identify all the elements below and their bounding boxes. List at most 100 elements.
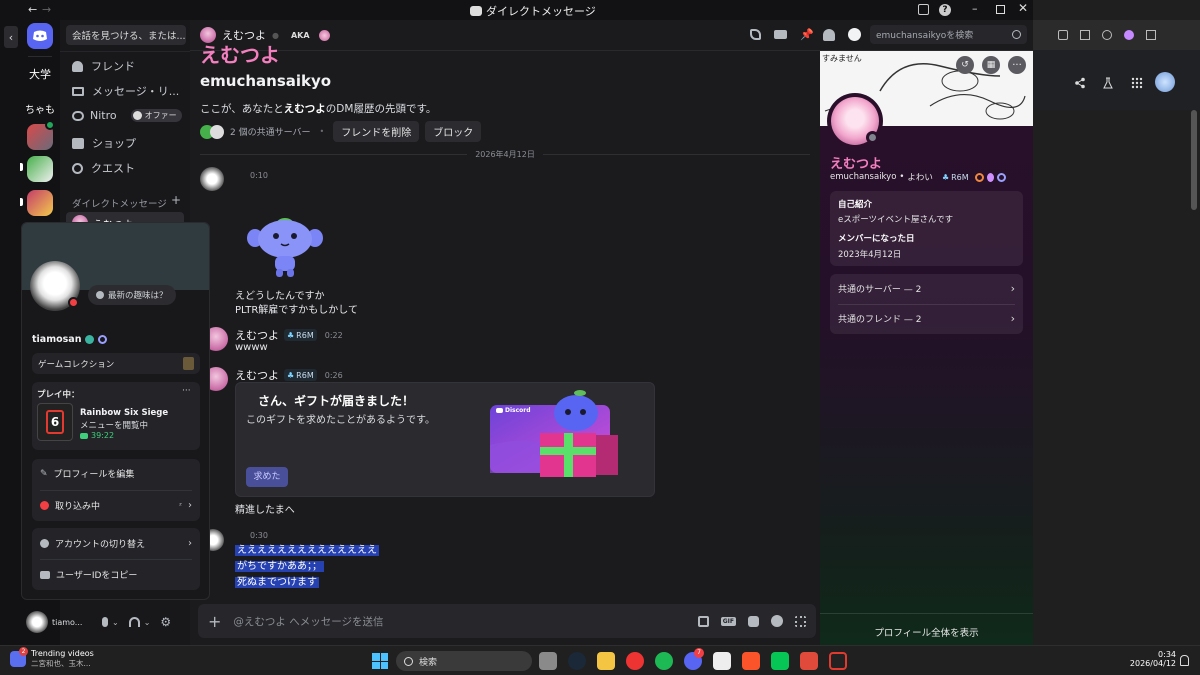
settings-gear-icon[interactable]: ⚙ bbox=[160, 615, 171, 629]
find-conversation-button[interactable]: 会話を見つける、または... bbox=[66, 25, 186, 45]
popout-menu-1: ✎ プロフィールを編集 取り込み中 ᶻ › bbox=[32, 459, 200, 521]
message-author[interactable]: えむつよ bbox=[235, 327, 279, 343]
taskbar-search[interactable]: 検索 bbox=[396, 651, 532, 671]
block-button[interactable]: ブロック bbox=[425, 121, 482, 142]
nav-shop[interactable]: ショップ bbox=[72, 135, 136, 151]
steam-icon[interactable] bbox=[568, 652, 586, 670]
game-collection-row[interactable]: ゲームコレクション bbox=[32, 353, 200, 374]
playing-card: プレイ中： ··· 6 Rainbow Six Siege メニューを閲覧中 3… bbox=[32, 382, 200, 450]
start-windows-icon[interactable] bbox=[372, 653, 388, 669]
trending-widget[interactable]: 2 Trending videos 二宮和也、玉木... bbox=[10, 647, 94, 669]
apps-icon[interactable] bbox=[795, 615, 806, 627]
profile-display-name: えむつよ bbox=[830, 157, 883, 172]
chevron-down-icon[interactable]: ⌄ bbox=[112, 618, 119, 627]
edit-profile-item[interactable]: ✎ プロフィールを編集 bbox=[40, 467, 134, 481]
share-icon[interactable] bbox=[1073, 76, 1087, 90]
gift-icon[interactable] bbox=[697, 615, 709, 627]
discord-taskbar-icon[interactable]: 7 bbox=[684, 648, 704, 670]
nitro-offer-badge: オファー bbox=[130, 109, 182, 122]
browser-avatar[interactable] bbox=[1155, 72, 1175, 92]
nav-quests[interactable]: クエスト bbox=[72, 160, 135, 176]
switch-account-item[interactable]: アカウントの切り替え › bbox=[40, 537, 192, 550]
more-options-icon[interactable]: ··· bbox=[1008, 56, 1026, 74]
message-author[interactable]: えむつよ bbox=[235, 367, 279, 383]
activity-more-button[interactable]: ··· bbox=[182, 386, 191, 396]
gift-profile-icon[interactable]: ▦ bbox=[982, 56, 1000, 74]
maximize-button[interactable] bbox=[996, 5, 1005, 14]
copy-user-id-item[interactable]: ユーザーIDをコピー bbox=[40, 568, 137, 581]
game-elapsed: 39:22 bbox=[80, 431, 114, 440]
headphones-icon[interactable] bbox=[128, 617, 140, 627]
role-badge: ♣ R6M bbox=[284, 369, 317, 381]
app-avatar-icon[interactable] bbox=[713, 652, 731, 670]
server-daigaku[interactable]: 大学 bbox=[25, 60, 55, 88]
nav-nitro[interactable]: Nitro オファー bbox=[72, 109, 182, 122]
server-icon-4[interactable] bbox=[27, 156, 53, 182]
file-explorer-icon[interactable] bbox=[597, 652, 615, 670]
pin-icon[interactable]: 📌 bbox=[800, 28, 814, 41]
attach-plus-icon[interactable]: + bbox=[208, 612, 221, 631]
message-line: ええええええええええええええ bbox=[235, 545, 379, 556]
chat-search-input[interactable]: emuchansaikyoを検索 bbox=[870, 25, 1027, 44]
minimize-button[interactable]: – bbox=[972, 2, 978, 15]
call-icon[interactable] bbox=[750, 29, 761, 40]
notification-bell-icon[interactable] bbox=[1180, 655, 1189, 666]
close-window-button[interactable]: ✕ bbox=[1018, 1, 1028, 15]
game-thumb-icon bbox=[183, 357, 194, 370]
gift-title: さん、ギフトが届きました！ bbox=[258, 394, 415, 408]
add-member-icon[interactable] bbox=[823, 29, 835, 41]
inbox-icon[interactable] bbox=[918, 4, 929, 15]
gift-claimed-button[interactable]: 求めた bbox=[246, 467, 288, 487]
emoji-icon[interactable] bbox=[771, 615, 783, 627]
video-icon[interactable] bbox=[774, 30, 787, 39]
collapse-sidebar-icon[interactable]: ‹ bbox=[4, 26, 18, 48]
message-composer[interactable]: + @えむつよ へメッセージを送信 GIF bbox=[198, 604, 816, 638]
line-icon[interactable] bbox=[771, 652, 789, 670]
gamepad-icon bbox=[80, 432, 88, 439]
brave-beta-icon[interactable] bbox=[800, 652, 818, 670]
role-badge: ♣ R6M bbox=[941, 172, 969, 182]
message-avatar-tiamo[interactable] bbox=[200, 167, 224, 191]
help-icon[interactable]: ? bbox=[939, 4, 951, 16]
chevron-down-icon[interactable]: ⌄ bbox=[144, 618, 151, 627]
server-chamo[interactable]: ちゃも bbox=[25, 94, 55, 122]
view-full-profile-link[interactable]: プロフィール全体を表示 bbox=[820, 625, 1033, 639]
flask-icon[interactable] bbox=[1101, 76, 1115, 90]
tag-icon bbox=[318, 29, 330, 41]
brave-icon[interactable] bbox=[742, 652, 760, 670]
task-view-icon[interactable] bbox=[539, 652, 557, 670]
clock[interactable]: 0:34 2026/04/12 bbox=[1130, 650, 1176, 668]
taskbar-apps: 7 bbox=[539, 648, 847, 670]
remove-friend-button[interactable]: フレンドを削除 bbox=[333, 121, 420, 142]
mutual-friends-row[interactable]: 共通のフレンド — 2 › bbox=[838, 312, 1015, 325]
playing-label: プレイ中： bbox=[37, 390, 80, 400]
spotify-icon[interactable] bbox=[655, 652, 673, 670]
dnd-status-icon bbox=[68, 297, 79, 308]
nav-friends[interactable]: フレンド bbox=[72, 58, 135, 74]
user-bar-avatar[interactable] bbox=[26, 611, 48, 633]
apps-grid-icon[interactable] bbox=[1130, 76, 1144, 90]
browser-scrollbar[interactable] bbox=[1191, 110, 1197, 210]
nav-message-requests[interactable]: メッセージ・リ... bbox=[72, 83, 179, 99]
sticker-icon[interactable] bbox=[748, 615, 759, 627]
media-player-icon[interactable] bbox=[626, 652, 644, 670]
message-input[interactable]: @えむつよ へメッセージを送信 bbox=[233, 614, 685, 629]
dm-header: ダイレクトメッセージ bbox=[72, 199, 167, 210]
server-icon-5[interactable] bbox=[27, 190, 53, 216]
user-bar-name[interactable]: tiamo... bbox=[52, 618, 88, 627]
status-bubble[interactable]: 最新の趣味は？ bbox=[88, 285, 176, 305]
rainbow-six-taskbar-icon[interactable] bbox=[829, 652, 847, 670]
gif-icon[interactable]: GIF bbox=[720, 616, 736, 626]
profile-toggle-icon[interactable] bbox=[848, 28, 861, 41]
message-line: えどうしたんですか bbox=[235, 291, 325, 302]
nitro-gift-icon[interactable]: ↺ bbox=[956, 56, 974, 74]
friends-icon bbox=[72, 60, 83, 72]
home-button[interactable] bbox=[27, 23, 53, 49]
forward-arrow-icon[interactable]: → bbox=[42, 3, 51, 16]
status-dnd-item[interactable]: 取り込み中 ᶻ › bbox=[40, 499, 192, 512]
back-arrow-icon[interactable]: ← bbox=[28, 3, 37, 16]
mutual-servers-row[interactable]: 共通のサーバー — 2 › bbox=[838, 282, 1015, 295]
microphone-icon[interactable] bbox=[102, 617, 108, 627]
add-dm-button[interactable]: + bbox=[171, 193, 181, 207]
mutual-servers-link[interactable]: 2 個の共通サーバー bbox=[230, 125, 311, 138]
